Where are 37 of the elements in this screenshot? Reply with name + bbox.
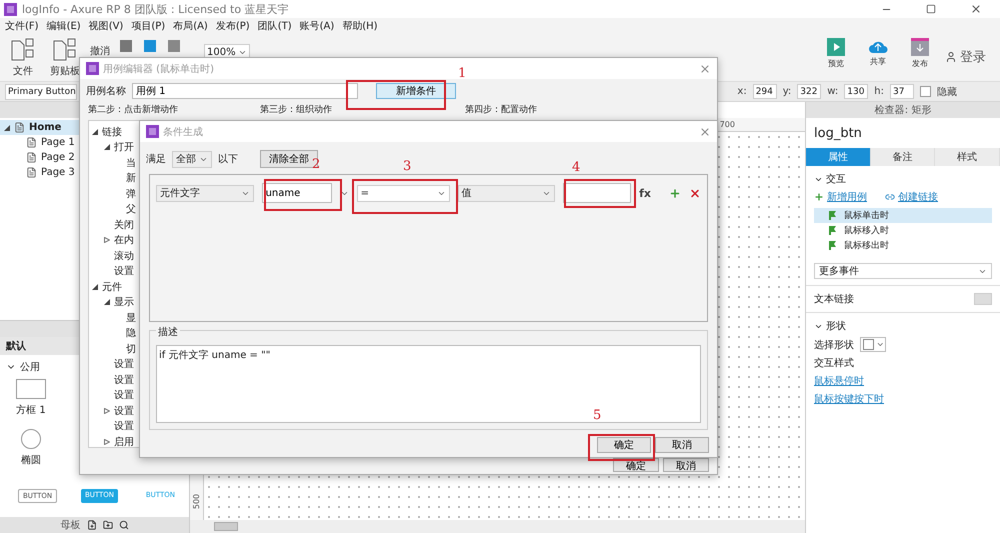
dialog-title: 用例编辑器 (鼠标单击时) — [103, 62, 214, 76]
field-label: w: — [827, 86, 838, 97]
toolbar-label: 文件 — [13, 64, 33, 78]
field-label: y: — [782, 86, 792, 97]
field-label: h: — [874, 86, 884, 97]
toolbar-label: 共享 — [870, 56, 886, 67]
annotation-number: 3 — [403, 159, 412, 174]
annotation-number: 5 — [593, 408, 602, 423]
field-label: 用例名称 — [86, 85, 126, 98]
field-label: 以下 — [218, 152, 238, 166]
widget-label: 椭圆 — [21, 454, 41, 467]
annotation-number: 1 — [458, 66, 466, 81]
annotation-number: 4 — [572, 160, 580, 175]
panel-title: 母板 — [60, 518, 80, 532]
widget-name: log_btn — [813, 124, 863, 142]
field-label: 选择形状 — [814, 338, 854, 352]
checkbox-label: 隐藏 — [937, 86, 957, 98]
field-label: 交互样式 — [814, 356, 855, 370]
group-label: 描述 — [156, 327, 180, 338]
step-label: 第四步：配置动作 — [465, 104, 538, 116]
step-label: 第三步：组织动作 — [260, 104, 333, 116]
ruler-label: 500 — [192, 494, 201, 510]
section-title: 形状 — [826, 320, 846, 333]
step-label: 第二步：点击新增动作 — [88, 104, 179, 116]
section-title: 公用 — [20, 361, 40, 374]
section-title: 交互 — [826, 172, 846, 186]
field-label: 满足 — [146, 152, 166, 166]
widget-label: 方框 1 — [16, 404, 46, 417]
ruler-label: 700 — [720, 120, 735, 129]
field-label: 文本链接 — [814, 292, 854, 306]
toolbar-label: 预览 — [828, 58, 844, 69]
field-label: x: — [737, 86, 747, 97]
dialog-title: 条件生成 — [163, 126, 203, 138]
toolbar-label: 剪贴板 — [50, 64, 80, 78]
window-title: logInfo - Axure RP 8 团队版 : Licensed to 蓝星天宇 — [22, 2, 290, 16]
panel-title: 检查器: 矩形 — [874, 104, 932, 117]
toolbar-label: 发布 — [912, 58, 928, 69]
